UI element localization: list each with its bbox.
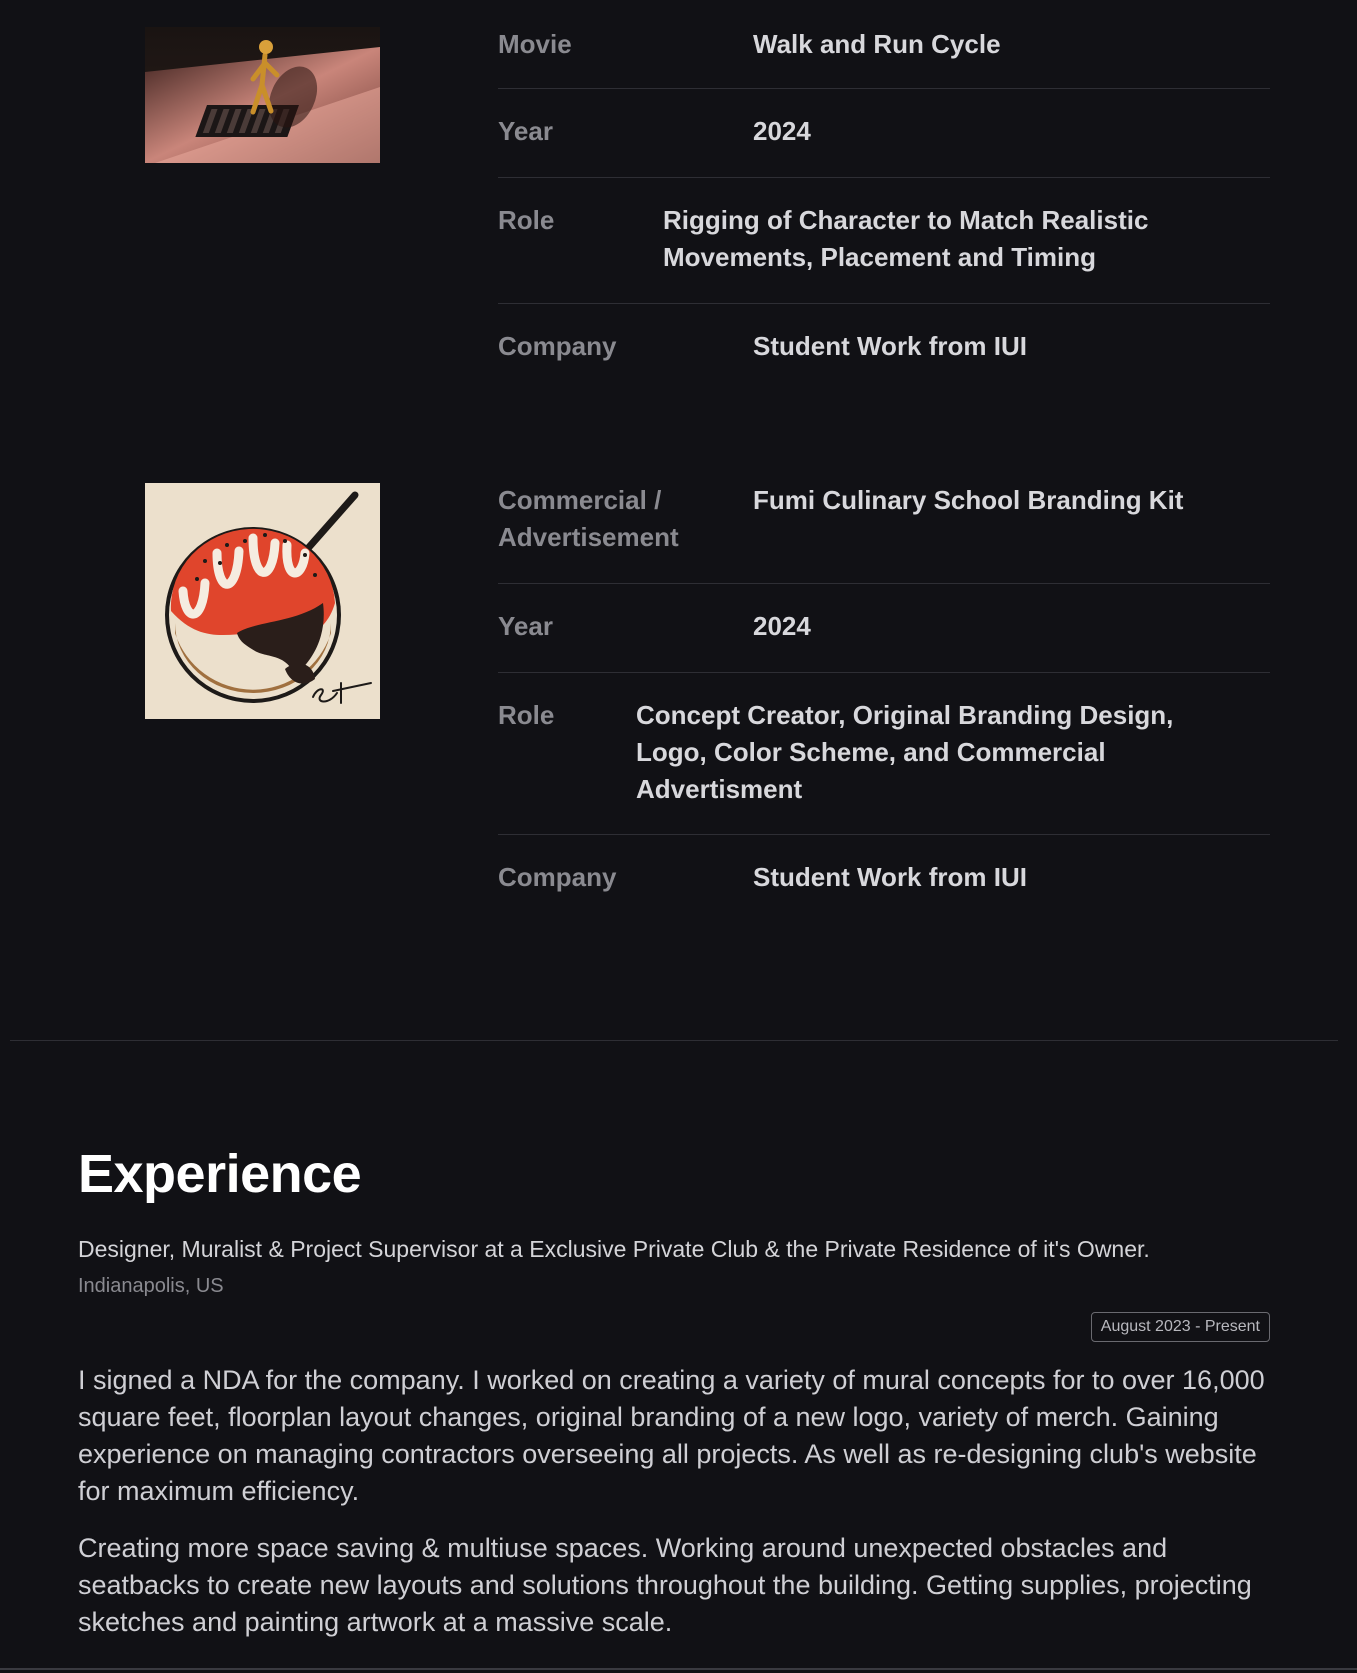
walk-run-render-image — [145, 27, 380, 163]
project-details-walk-run: Movie Walk and Run Cycle Year 2024 Role … — [498, 19, 1270, 384]
portfolio-page: Movie Walk and Run Cycle Year 2024 Role … — [0, 0, 1357, 1673]
project-thumbnail-fumi[interactable] — [145, 483, 380, 719]
experience-section: Experience Designer, Muralist & Project … — [78, 1140, 1270, 1641]
detail-label: Company — [498, 331, 617, 361]
detail-value: Rigging of Character to Match Realistic … — [663, 205, 1149, 272]
detail-value: 2024 — [753, 611, 811, 641]
detail-value: 2024 — [753, 116, 811, 146]
date-range-badge: August 2023 - Present — [1090, 1312, 1270, 1342]
detail-label: Movie — [498, 29, 572, 59]
section-divider — [10, 1040, 1338, 1041]
detail-label: Role — [498, 700, 555, 730]
detail-value: Student Work from IUI — [753, 862, 1027, 892]
detail-row-role: Role Concept Creator, Original Branding … — [498, 673, 1270, 835]
experience-paragraph: I signed a NDA for the company. I worked… — [78, 1365, 1265, 1506]
fumi-culinary-logo-image — [145, 483, 380, 719]
detail-row-year: Year 2024 — [498, 584, 1270, 673]
detail-row-company: Company Student Work from IUI — [498, 304, 1270, 384]
experience-heading: Experience — [78, 1144, 362, 1204]
detail-value: Walk and Run Cycle — [753, 29, 1001, 59]
detail-label: Year — [498, 611, 553, 641]
detail-row-company: Company Student Work from IUI — [498, 835, 1270, 915]
detail-row-role: Role Rigging of Character to Match Reali… — [498, 178, 1270, 304]
job-location: Indianapolis, US — [78, 1275, 224, 1297]
detail-row-commercial: Commercial / Advertisement Fumi Culinary… — [498, 476, 1270, 584]
detail-label: Company — [498, 862, 617, 892]
detail-value: Student Work from IUI — [753, 331, 1027, 361]
detail-row-movie: Movie Walk and Run Cycle — [498, 19, 1270, 89]
job-title: Designer, Muralist & Project Supervisor … — [78, 1236, 1150, 1262]
date-row: August 2023 - Present — [78, 1312, 1270, 1342]
bottom-edge — [0, 1668, 1357, 1670]
detail-label: Commercial / Advertisement — [498, 485, 679, 552]
detail-value: Fumi Culinary School Branding Kit — [753, 485, 1184, 515]
detail-label: Role — [498, 205, 555, 235]
detail-value: Concept Creator, Original Branding Desig… — [636, 700, 1174, 804]
detail-label: Year — [498, 116, 553, 146]
project-details-fumi: Commercial / Advertisement Fumi Culinary… — [498, 476, 1270, 915]
experience-paragraph: Creating more space saving & multiuse sp… — [78, 1533, 1252, 1637]
detail-row-year: Year 2024 — [498, 89, 1270, 178]
project-thumbnail-walk-run[interactable] — [145, 27, 380, 163]
